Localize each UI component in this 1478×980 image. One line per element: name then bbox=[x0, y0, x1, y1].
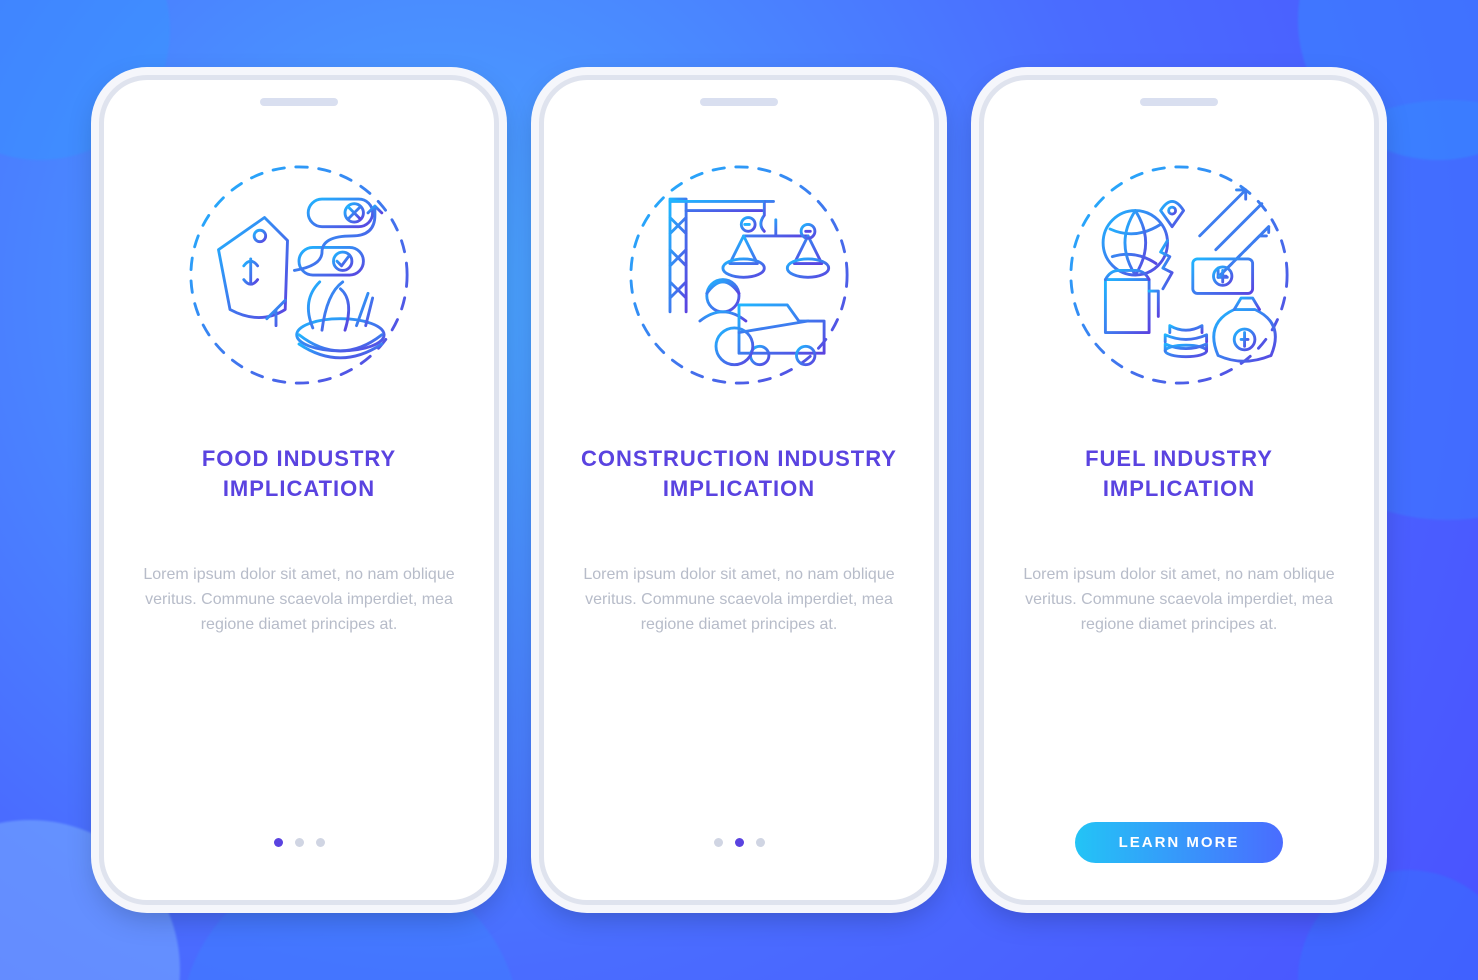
screen-description: Lorem ipsum dolor sit amet, no nam obliq… bbox=[1020, 563, 1338, 637]
screen-footer bbox=[714, 820, 765, 864]
screen-footer: LEARN MORE bbox=[1075, 820, 1284, 864]
pagination-dots[interactable] bbox=[714, 838, 765, 847]
phone-screen-3: H 2 bbox=[979, 75, 1379, 905]
dot-3[interactable] bbox=[756, 838, 765, 847]
phone-screen-2: CONSTRUCTION INDUSTRY IMPLICATION Lorem … bbox=[539, 75, 939, 905]
svg-text:H: H bbox=[1115, 296, 1130, 319]
food-industry-icon: 2 1 bbox=[184, 160, 414, 390]
svg-text:2: 2 bbox=[1131, 309, 1139, 324]
screen-title: CONSTRUCTION INDUSTRY IMPLICATION bbox=[580, 444, 898, 503]
fuel-industry-icon: H 2 bbox=[1064, 160, 1294, 390]
screen-title: FUEL INDUSTRY IMPLICATION bbox=[1020, 444, 1338, 503]
onboarding-stage: 2 1 FOOD INDUSTRY IMPLICATION Lorem ipsu… bbox=[0, 0, 1478, 980]
dot-1[interactable] bbox=[274, 838, 283, 847]
learn-more-button[interactable]: LEARN MORE bbox=[1075, 822, 1284, 863]
screen-description: Lorem ipsum dolor sit amet, no nam obliq… bbox=[140, 563, 458, 637]
svg-text:2: 2 bbox=[320, 205, 329, 223]
construction-industry-icon bbox=[624, 160, 854, 390]
dot-2[interactable] bbox=[295, 838, 304, 847]
dot-2[interactable] bbox=[735, 838, 744, 847]
screen-description: Lorem ipsum dolor sit amet, no nam obliq… bbox=[580, 563, 898, 637]
screen-footer bbox=[274, 820, 325, 864]
pagination-dots[interactable] bbox=[274, 838, 325, 847]
dot-3[interactable] bbox=[316, 838, 325, 847]
screen-title: FOOD INDUSTRY IMPLICATION bbox=[140, 444, 458, 503]
dot-1[interactable] bbox=[714, 838, 723, 847]
phone-screen-1: 2 1 FOOD INDUSTRY IMPLICATION Lorem ipsu… bbox=[99, 75, 499, 905]
